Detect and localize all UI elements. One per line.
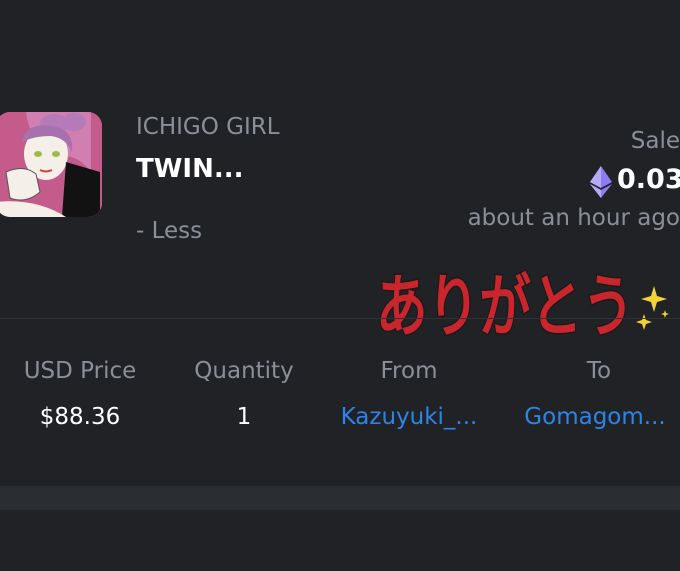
quantity-value: 1 — [236, 404, 252, 430]
section-divider — [0, 318, 680, 319]
nft-thumbnail[interactable] — [0, 112, 102, 217]
usd-price-header: USD Price — [23, 358, 137, 384]
to-address-link[interactable]: Gomagom... — [510, 404, 680, 430]
usd-price-value: $88.36 — [39, 404, 121, 430]
next-row-separator — [0, 486, 680, 510]
nft-name[interactable]: TWIN... — [136, 154, 243, 184]
nft-artwork — [0, 112, 102, 217]
event-type-label: Sale — [630, 128, 680, 154]
thank-you-sticker: ありがとう — [375, 267, 669, 348]
sticker-text: ありがとう — [376, 268, 634, 347]
to-header: To — [586, 358, 612, 384]
less-toggle[interactable]: - Less — [136, 218, 202, 244]
quantity-header: Quantity — [194, 358, 294, 384]
from-address-link[interactable]: Kazuyuki_... — [324, 404, 494, 430]
sale-time[interactable]: about an hour ago — [468, 205, 680, 231]
collection-name[interactable]: ICHIGO GIRL — [136, 114, 280, 140]
sale-price: 0.03 — [617, 164, 680, 195]
from-header: From — [380, 358, 438, 384]
ethereum-icon — [590, 166, 612, 198]
